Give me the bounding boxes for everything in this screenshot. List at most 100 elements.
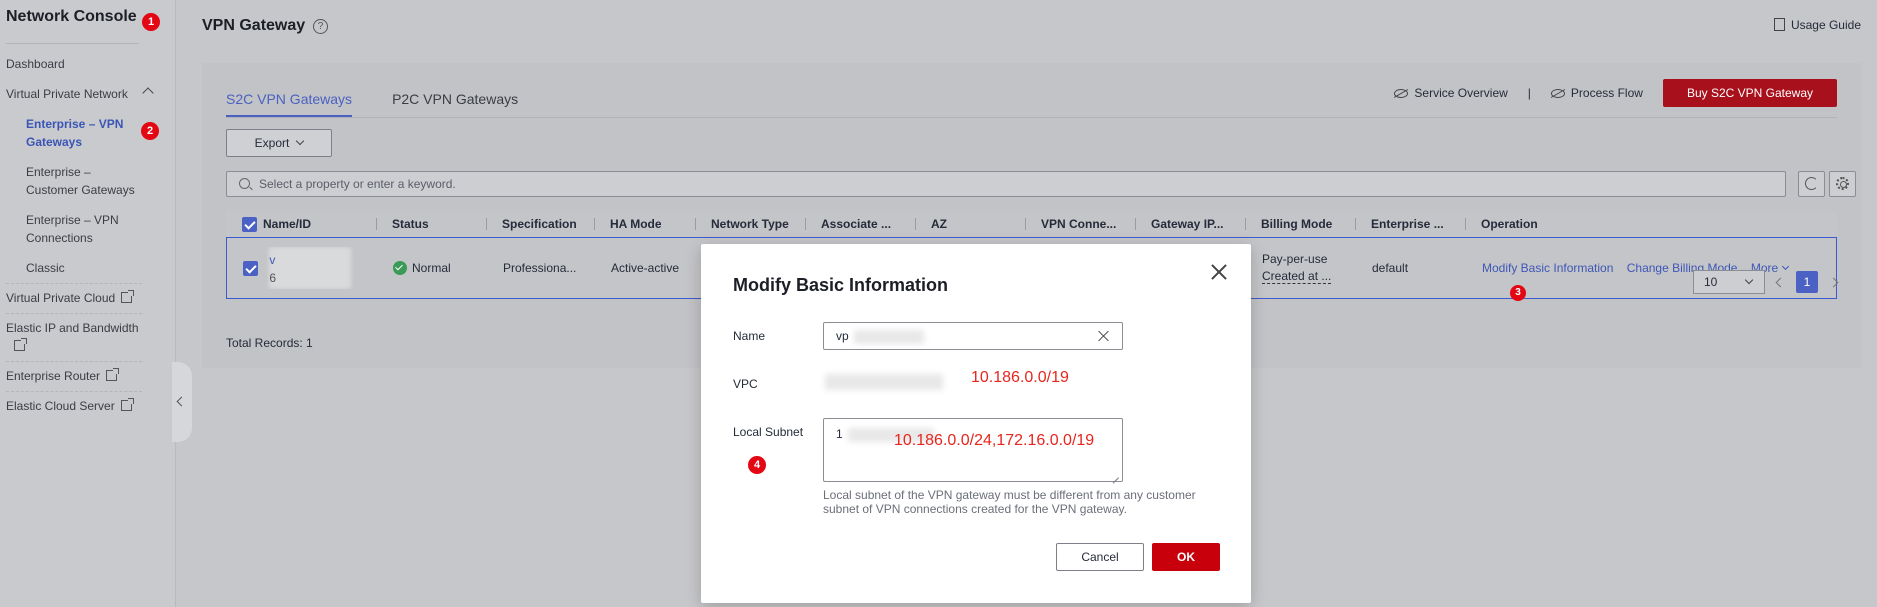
sidebar-item-enterprise-customer-gateways[interactable]: Enterprise – Customer Gateways: [26, 163, 146, 199]
sidebar-item-enterprise-router[interactable]: Enterprise Router: [6, 367, 120, 385]
gear-icon: [1836, 177, 1849, 190]
name-input-value: vp: [836, 329, 849, 343]
vpc-value-redacted: [825, 374, 943, 390]
buy-s2c-vpn-gateway-button[interactable]: Buy S2C VPN Gateway: [1662, 79, 1837, 107]
column-associate: Associate ...: [805, 211, 915, 237]
usage-guide-link[interactable]: Usage Guide: [1773, 18, 1861, 32]
sidebar-item-label: Virtual Private Cloud: [6, 291, 116, 305]
column-ha-mode: HA Mode: [594, 211, 695, 237]
resize-handle-icon[interactable]: [1111, 470, 1119, 478]
sidebar-item-classic[interactable]: Classic: [26, 259, 146, 277]
chevron-down-icon: [1744, 275, 1754, 285]
process-flow-link[interactable]: Process Flow: [1550, 86, 1643, 100]
table-header: Name/ID Status Specification HA Mode Net…: [226, 211, 1837, 237]
search-icon: [239, 178, 250, 189]
name-id-redacted: v 6: [269, 247, 352, 289]
export-label: Export: [254, 136, 290, 150]
sidebar-item-virtual-private-cloud[interactable]: Virtual Private Cloud: [6, 289, 135, 307]
column-gateway-ip: Gateway IP...: [1135, 211, 1245, 237]
tab-bar: S2C VPN Gateways P2C VPN Gateways: [226, 91, 518, 117]
cancel-button[interactable]: Cancel: [1056, 543, 1144, 571]
service-overview-link[interactable]: Service Overview: [1394, 86, 1508, 100]
action-divider: |: [1527, 86, 1531, 100]
help-icon[interactable]: ?: [313, 19, 328, 34]
sidebar-item-label: Elastic IP and Bandwidth: [6, 321, 139, 335]
refresh-button[interactable]: [1798, 171, 1825, 197]
usage-guide-label: Usage Guide: [1790, 18, 1861, 32]
prev-page-icon[interactable]: [1775, 277, 1786, 287]
ok-button[interactable]: OK: [1152, 543, 1220, 571]
annotation-badge-3: 3: [1510, 285, 1526, 301]
clear-icon[interactable]: [1098, 330, 1110, 342]
page-title: VPN Gateway: [202, 17, 306, 34]
sidebar-separator: [6, 361, 142, 362]
document-edit-icon: [1773, 18, 1785, 31]
search-placeholder: Select a property or enter a keyword.: [259, 177, 456, 191]
chevron-down-icon: [296, 136, 305, 146]
export-button[interactable]: Export: [226, 129, 332, 157]
sidebar-divider: [6, 43, 139, 44]
row-checkbox[interactable]: [243, 260, 258, 276]
sidebar-item-enterprise-vpn-gateways[interactable]: Enterprise – VPN Gateways: [26, 115, 146, 151]
page-size-select[interactable]: 10: [1693, 270, 1765, 294]
chevron-down-icon: [1782, 262, 1790, 271]
local-subnet-value: 1: [836, 427, 843, 441]
sidebar-item-label: Enterprise Router: [6, 369, 101, 383]
total-records: Total Records: 1: [226, 336, 313, 350]
column-az: AZ: [915, 211, 1025, 237]
gateway-name-link[interactable]: v: [269, 253, 275, 267]
sidebar-item-label: Elastic Cloud Server: [6, 399, 115, 413]
tabs-divider: [226, 117, 1837, 118]
sidebar-item-elastic-cloud-server[interactable]: Elastic Cloud Server: [6, 397, 134, 415]
sidebar-item-dashboard[interactable]: Dashboard: [6, 55, 65, 73]
tab-p2c-vpn-gateways[interactable]: P2C VPN Gateways: [392, 91, 518, 117]
search-input[interactable]: Select a property or enter a keyword.: [226, 171, 1786, 197]
redacted-block: [269, 247, 352, 289]
local-subnet-hint: Local subnet of the VPN gateway must be …: [823, 488, 1196, 516]
column-network-type: Network Type: [695, 211, 805, 237]
sidebar-item-enterprise-vpn-connections[interactable]: Enterprise – VPN Connections: [26, 211, 146, 247]
cell-status: Normal: [377, 261, 487, 275]
sidebar-item-virtual-private-network[interactable]: Virtual Private Network: [6, 85, 128, 103]
select-all-checkbox[interactable]: [242, 217, 257, 233]
billing-mode-text: Pay-per-use: [1262, 252, 1328, 266]
chevron-up-icon[interactable]: [142, 87, 154, 99]
column-operation: Operation: [1465, 211, 1665, 237]
eye-off-icon: [1550, 89, 1565, 98]
eye-off-icon: [1394, 89, 1409, 98]
external-link-icon: [14, 338, 27, 351]
modify-basic-information-dialog: Modify Basic Information Name vp VPC 10.…: [701, 244, 1251, 603]
external-link-icon: [106, 368, 120, 381]
cell-name-id: v 6: [227, 247, 377, 289]
service-overview-label: Service Overview: [1414, 86, 1508, 100]
cell-ha-mode: Active-active: [611, 261, 680, 275]
modify-basic-information-link[interactable]: Modify Basic Information: [1482, 261, 1613, 275]
local-subnet-textarea[interactable]: 1: [823, 418, 1123, 482]
name-input[interactable]: vp: [823, 322, 1123, 350]
local-subnet-annotation: 10.186.0.0/24,172.16.0.0/19: [894, 432, 1095, 449]
column-billing-mode: Billing Mode: [1245, 211, 1355, 237]
external-link-icon: [120, 398, 134, 411]
column-vpn-connections: VPN Conne...: [1025, 211, 1135, 237]
vpc-cidr-annotation: 10.186.0.0/19: [971, 369, 1069, 386]
sidebar-separator: [6, 391, 142, 392]
settings-button[interactable]: [1829, 171, 1856, 197]
dialog-title: Modify Basic Information: [733, 275, 949, 295]
page-number-current[interactable]: 1: [1796, 271, 1818, 293]
header-actions: Service Overview | Process Flow Buy S2C …: [1394, 79, 1837, 107]
close-icon[interactable]: [1209, 262, 1229, 282]
next-page-icon[interactable]: [1828, 277, 1839, 287]
column-name-id[interactable]: Name/ID: [226, 211, 376, 237]
column-enterprise-project: Enterprise ...: [1355, 211, 1465, 237]
billing-created-at[interactable]: Created at ...: [1262, 269, 1332, 284]
sidebar-item-elastic-ip-and-bandwidth[interactable]: Elastic IP and Bandwidth: [6, 319, 146, 355]
column-status: Status: [376, 211, 486, 237]
sidebar-separator: [6, 313, 142, 314]
column-label: Name/ID: [263, 217, 312, 231]
tab-s2c-vpn-gateways[interactable]: S2C VPN Gateways: [226, 91, 353, 117]
sidebar-collapse-button[interactable]: [172, 362, 192, 442]
process-flow-label: Process Flow: [1570, 86, 1643, 100]
redacted-block: [854, 329, 925, 344]
column-specification: Specification: [486, 211, 594, 237]
local-subnet-label: Local Subnet: [733, 425, 804, 439]
